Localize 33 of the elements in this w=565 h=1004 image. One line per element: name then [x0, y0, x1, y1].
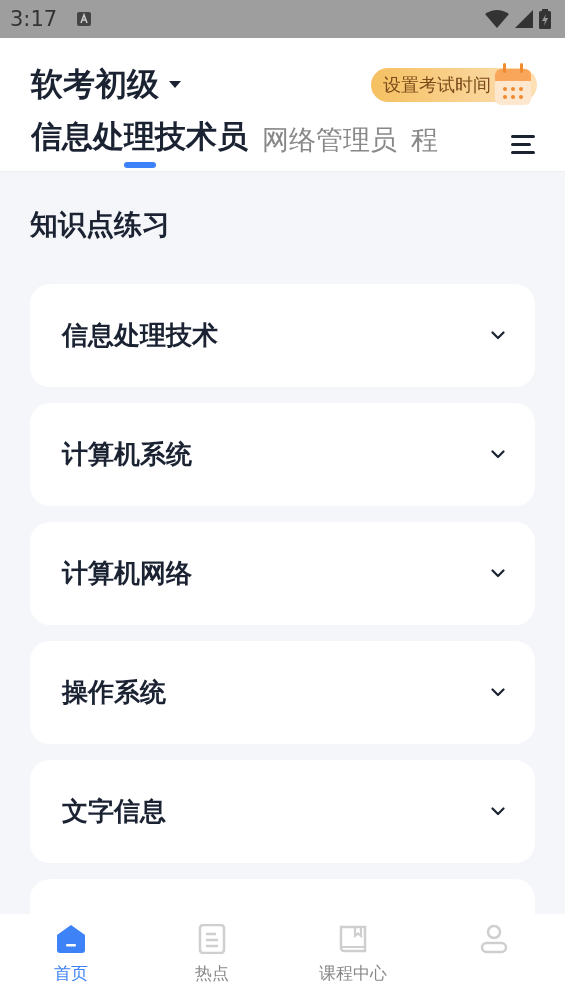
nav-tab[interactable]: 课程中心: [282, 914, 424, 1004]
category-tab[interactable]: 网络管理员: [262, 121, 397, 168]
chevron-icon[interactable]: [491, 331, 505, 340]
nav-tab[interactable]: 首页: [0, 914, 142, 1004]
home-icon: [55, 924, 86, 954]
wifi-icon: [485, 10, 509, 28]
signal-icon: [515, 10, 533, 28]
topic-card[interactable]: 计算机系统: [30, 403, 535, 506]
chevron-icon[interactable]: [491, 807, 505, 816]
topic-label: 计算机网络: [62, 557, 193, 590]
person-icon: [479, 924, 510, 954]
document-icon: [196, 924, 227, 954]
exam-level-title[interactable]: 软考初级: [31, 63, 159, 107]
chevron-icon[interactable]: [491, 688, 505, 697]
topic-card[interactable]: 操作系统: [30, 641, 535, 744]
chevron-icon[interactable]: [491, 450, 505, 459]
section-title: 知识点练习: [30, 207, 171, 243]
topic-card[interactable]: 文字信息: [30, 760, 535, 863]
topic-label: 计算机系统: [62, 438, 193, 471]
category-tab[interactable]: 程: [411, 121, 438, 168]
caret-icon[interactable]: [169, 81, 181, 89]
topic-card[interactable]: 计算机网络: [30, 522, 535, 625]
notification-icon: [77, 12, 92, 26]
book-icon: [338, 924, 369, 954]
status-time: 3:17: [10, 7, 58, 31]
topic-card[interactable]: 信息处理技术: [30, 284, 535, 387]
menu-icon[interactable]: [511, 133, 535, 154]
battery-icon: [539, 9, 551, 29]
nav-tab[interactable]: 热点: [141, 914, 283, 1004]
topic-label: 操作系统: [62, 676, 167, 709]
topic-label: 文字信息: [62, 795, 167, 828]
chevron-icon[interactable]: [491, 569, 505, 578]
topic-label: 信息处理技术: [62, 319, 219, 352]
